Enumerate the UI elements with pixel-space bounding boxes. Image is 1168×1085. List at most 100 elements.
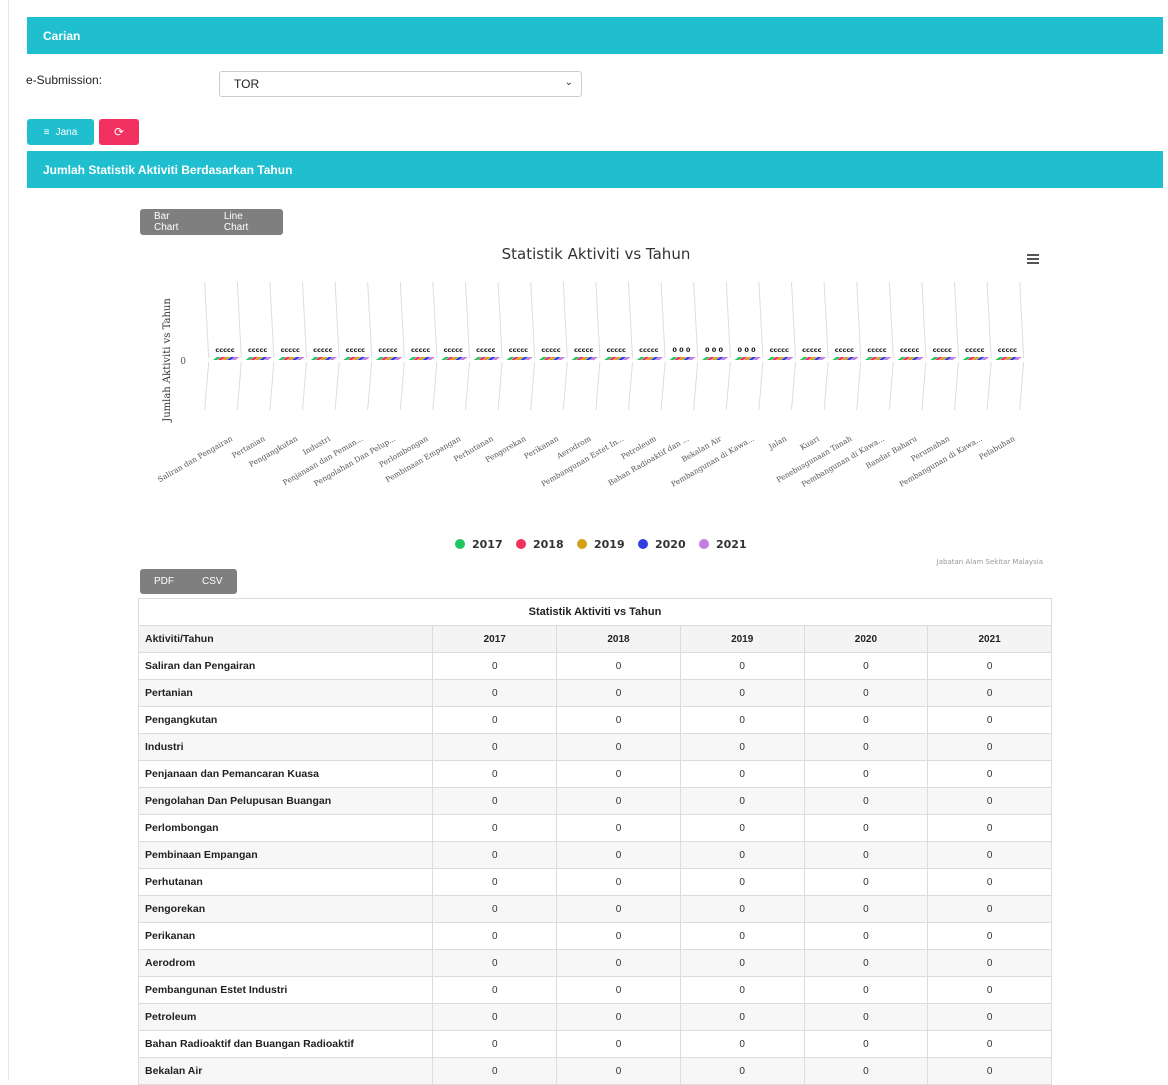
cell-value-2017: 0 [432,760,558,788]
bar-chart: Statistik Aktiviti vs Tahun Jumlah Aktivi… [156,245,1043,566]
grid-line [725,281,731,359]
legend-marker-2021 [699,539,709,549]
cell-value-2018: 0 [556,949,681,977]
cell-value-2017: 0 [432,922,558,950]
cell-value-2021: 0 [927,814,1052,842]
cell-value-2017: 0 [432,895,558,923]
cell-value-2021: 0 [927,895,1052,923]
cell-value-2018: 0 [556,841,681,869]
cell-value-2021: 0 [927,733,1052,761]
line-chart-tab[interactable]: Line Chart [210,211,283,233]
grid-line [693,361,699,411]
cell-value-2021: 0 [927,652,1052,680]
cell-value-2020: 0 [803,814,929,842]
cell-value-2020: 0 [803,922,929,950]
data-label: ccccc [639,346,658,354]
cell-value-2021: 0 [927,1030,1052,1058]
data-label: ccccc [835,346,854,354]
cell-value-2019: 0 [679,922,805,950]
legend-label-2018: 2018 [533,538,564,551]
data-label: ccccc [248,346,267,354]
grid-line [399,281,405,359]
e-submission-select[interactable]: TOR ⌄ [219,71,582,97]
export-tabs: PDF CSV [140,569,237,594]
row-activity-name: Perlombongan [137,814,434,842]
cell-value-2017: 0 [432,814,558,842]
hamburger-menu-icon[interactable] [1027,254,1039,264]
data-label: ccccc [313,346,332,354]
legend-marker-2020 [638,539,648,549]
row-activity-name: Aerodrom [137,949,434,977]
cell-value-2020: 0 [803,976,929,1004]
legend-label-2020: 2020 [655,538,686,551]
data-label: ccccc [867,346,886,354]
data-label: ccccc [281,346,300,354]
grid-line [823,361,829,411]
cell-value-2018: 0 [556,787,681,815]
cell-value-2017: 0 [432,1003,558,1031]
grid-line [954,361,959,411]
cell-value-2017: 0 [432,706,558,734]
cell-value-2017: 0 [432,841,558,869]
header-2021: 2021 [927,625,1052,653]
grid-line [758,281,764,359]
grid-line [269,281,275,359]
data-label: 0 0 0 [738,346,757,354]
table-row: Industri 0 0 0 0 0 [137,733,1052,761]
reset-button[interactable]: ⟳ [99,119,139,145]
table-row: Perhutanan 0 0 0 0 0 [137,868,1052,896]
row-activity-name: Penjanaan dan Pemancaran Kuasa [137,760,434,788]
jana-button[interactable]: ≡ Jana [27,119,94,145]
grid-line [856,281,862,359]
row-activity-name: Pertanian [137,679,434,707]
data-label: ccccc [378,346,397,354]
grid-line [334,281,340,359]
cell-value-2017: 0 [432,787,558,815]
x-tick-label: Saliran dan Pengairan [156,434,234,484]
row-activity-name: Pembinaan Empangan [137,841,434,869]
table-row: Pengorekan 0 0 0 0 0 [137,895,1052,923]
grid-line [921,281,927,359]
cell-value-2021: 0 [927,787,1052,815]
grid-line [986,361,992,411]
cell-value-2019: 0 [679,976,805,1004]
legend-marker-2018 [516,539,526,549]
grid-line [497,281,503,359]
cell-value-2020: 0 [803,841,929,869]
table-row: Penjanaan dan Pemancaran Kuasa 0 0 0 0 0 [137,760,1052,788]
cell-value-2017: 0 [432,976,558,1004]
cell-value-2018: 0 [556,868,681,896]
row-activity-name: Pembangunan Estet Industri [137,976,434,1004]
cell-value-2019: 0 [679,652,805,680]
cell-value-2020: 0 [803,949,929,977]
grid-line [954,281,959,359]
grid-line [562,281,568,359]
row-activity-name: Perhutanan [137,868,434,896]
cell-value-2019: 0 [679,814,805,842]
cell-value-2019: 0 [679,733,805,761]
cell-value-2021: 0 [927,868,1052,896]
grid-line [432,281,438,359]
chart-credits: Jabatan Alam Sekitar Malaysia [936,558,1043,566]
row-activity-name: Perikanan [137,922,434,950]
csv-export-button[interactable]: CSV [188,576,237,587]
cell-value-2018: 0 [556,679,681,707]
table-row: Bekalan Air 0 0 0 0 0 [137,1057,1052,1085]
cell-value-2021: 0 [927,976,1052,1004]
pdf-export-button[interactable]: PDF [140,576,188,587]
bar-chart-tab[interactable]: Bar Chart [140,211,210,233]
grid-line [497,361,503,411]
grid-line [530,281,536,359]
grid-line [856,361,862,411]
cell-value-2019: 0 [679,841,805,869]
cell-value-2017: 0 [432,733,558,761]
grid-line [986,281,992,359]
table-row: Perikanan 0 0 0 0 0 [137,922,1052,950]
cell-value-2019: 0 [679,706,805,734]
data-label: ccccc [541,346,560,354]
grid-line [269,361,275,411]
legend-label-2021: 2021 [716,538,747,551]
x-tick-label: Kuari [798,434,821,452]
grid-line [660,361,666,411]
grid-line [236,281,242,359]
